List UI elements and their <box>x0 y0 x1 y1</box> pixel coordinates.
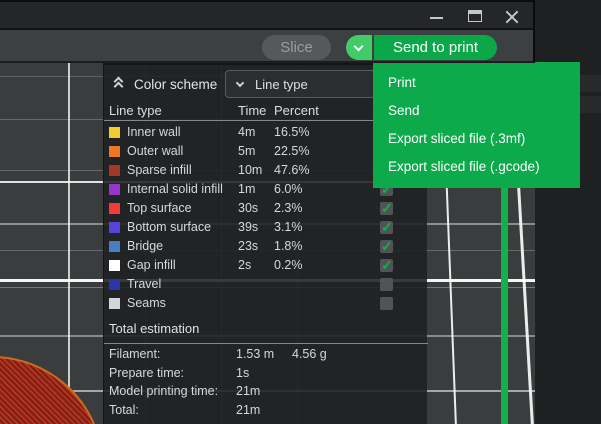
visibility-checkbox[interactable] <box>380 297 393 310</box>
color-swatch <box>109 260 120 271</box>
row-label: Sparse infill <box>127 161 192 180</box>
column-header-percent: Percent <box>274 103 319 119</box>
row-percent: 47.6% <box>274 161 309 180</box>
total-estimation-title: Total estimation <box>109 321 199 336</box>
slice-button[interactable]: Slice <box>262 35 331 60</box>
total-label: Filament: <box>109 345 160 364</box>
visibility-checkbox[interactable] <box>380 278 393 291</box>
row-time: 2s <box>238 256 251 275</box>
row-label: Bridge <box>127 237 163 256</box>
visibility-checkbox[interactable] <box>380 259 393 272</box>
row-time: 10m <box>238 161 262 180</box>
row-label: Internal solid infill <box>127 180 223 199</box>
row-percent: 1.8% <box>274 237 303 256</box>
title-bar <box>0 0 535 30</box>
toolbar: Slice Send to print <box>0 30 535 63</box>
row-time: 5m <box>238 142 255 161</box>
column-header-line-type: Line type <box>109 103 162 119</box>
row-percent: 2.3% <box>274 199 303 218</box>
send-to-print-menu: Print Send Export sliced file (.3mf) Exp… <box>373 62 580 188</box>
legend-row: Bottom surface 39s 3.1% <box>104 218 428 237</box>
chevron-down-icon <box>354 42 364 52</box>
menu-item-print[interactable]: Print <box>373 69 580 97</box>
maximize-icon <box>468 10 482 22</box>
grid-line <box>68 63 70 424</box>
total-value: 1s <box>236 364 249 383</box>
total-value: 21m <box>236 401 260 420</box>
row-time: 1m <box>238 180 255 199</box>
color-swatch <box>109 127 120 138</box>
right-strip-row <box>578 96 601 113</box>
legend-row: Seams <box>104 294 428 313</box>
total-label: Model printing time: <box>109 382 218 401</box>
row-label: Bottom surface <box>127 218 211 237</box>
total-row: Filament: 1.53 m 4.56 g <box>104 345 428 364</box>
right-strip-row <box>578 75 601 92</box>
row-percent: 0.2% <box>274 256 303 275</box>
total-label: Prepare time: <box>109 364 184 383</box>
color-swatch <box>109 165 120 176</box>
total-label: Total: <box>109 401 139 420</box>
row-time: 39s <box>238 218 258 237</box>
divider <box>104 343 428 344</box>
color-swatch <box>109 222 120 233</box>
row-label: Outer wall <box>127 142 183 161</box>
row-percent: 22.5% <box>274 142 309 161</box>
menu-item-send[interactable]: Send <box>373 97 580 125</box>
visibility-checkbox[interactable] <box>380 202 393 215</box>
total-row: Total: 21m <box>104 401 428 420</box>
row-label: Inner wall <box>127 123 181 142</box>
slicer-window: Color scheme Line type Line type Time Pe… <box>0 0 601 424</box>
row-time: 30s <box>238 199 258 218</box>
total-value-2: 4.56 g <box>292 345 327 364</box>
close-button[interactable] <box>496 2 526 30</box>
legend-row: Gap infill 2s 0.2% <box>104 256 428 275</box>
panel-title: Color scheme <box>134 77 217 92</box>
send-options-arrow-button[interactable] <box>346 35 372 60</box>
row-percent: 3.1% <box>274 218 303 237</box>
row-time: 4m <box>238 123 255 142</box>
legend-row: Travel <box>104 275 428 294</box>
collapse-panel-icon[interactable] <box>112 78 126 92</box>
total-row: Model printing time: 21m <box>104 382 428 401</box>
row-label: Top surface <box>127 199 192 218</box>
color-swatch <box>109 146 120 157</box>
color-swatch <box>109 241 120 252</box>
visibility-checkbox[interactable] <box>380 221 393 234</box>
color-swatch <box>109 203 120 214</box>
row-percent: 16.5% <box>274 123 309 142</box>
legend-row: Bridge 23s 1.8% <box>104 237 428 256</box>
column-header-time: Time <box>238 103 266 119</box>
send-to-print-button[interactable]: Send to print <box>374 35 497 60</box>
visibility-checkbox[interactable] <box>380 240 393 253</box>
color-swatch <box>109 279 120 290</box>
color-swatch <box>109 298 120 309</box>
row-label: Gap infill <box>127 256 176 275</box>
minimize-button[interactable] <box>421 2 451 30</box>
legend-row: Top surface 30s 2.3% <box>104 199 428 218</box>
color-swatch <box>109 184 120 195</box>
total-value: 1.53 m <box>236 345 274 364</box>
total-value: 21m <box>236 382 260 401</box>
row-percent: 6.0% <box>274 180 303 199</box>
menu-item-export-gcode[interactable]: Export sliced file (.gcode) <box>373 153 580 181</box>
row-time: 23s <box>238 237 258 256</box>
row-label: Seams <box>127 294 166 313</box>
view-mode-value: Line type <box>255 77 308 92</box>
maximize-button[interactable] <box>459 2 489 30</box>
chevron-down-icon <box>236 79 244 87</box>
total-row: Prepare time: 1s <box>104 364 428 383</box>
row-label: Travel <box>127 275 161 294</box>
menu-item-export-3mf[interactable]: Export sliced file (.3mf) <box>373 125 580 153</box>
minimize-icon <box>430 17 443 19</box>
